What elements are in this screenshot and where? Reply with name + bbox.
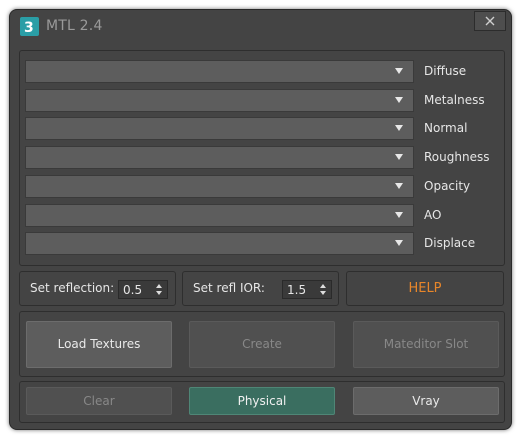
mtl-window: 3 MTL 2.4 Diffuse Metalness Normal Rough… (9, 9, 512, 430)
map-row-opacity: Opacity (25, 175, 470, 199)
map-label-diffuse: Diffuse (424, 64, 467, 78)
spinner-down-icon[interactable] (320, 291, 326, 295)
ior-group: Set refl IOR: 1.5 (182, 271, 339, 306)
map-row-normal: Normal (25, 117, 467, 141)
renderer-group: Clear Physical Vray (19, 381, 505, 423)
roughness-map-dropdown[interactable] (25, 146, 414, 169)
map-row-metalness: Metalness (25, 89, 485, 113)
normal-map-dropdown[interactable] (25, 117, 414, 140)
ao-map-dropdown[interactable] (25, 204, 414, 227)
ior-spinner[interactable]: 1.5 (282, 280, 332, 299)
chevron-down-icon (395, 240, 403, 246)
map-label-opacity: Opacity (424, 179, 471, 193)
metalness-map-dropdown[interactable] (25, 89, 414, 112)
map-label-roughness: Roughness (424, 150, 490, 164)
map-label-metalness: Metalness (424, 93, 485, 107)
texture-maps-group: Diffuse Metalness Normal Roughness Opaci… (19, 50, 505, 266)
map-row-diffuse: Diffuse (25, 60, 466, 84)
ior-value[interactable]: 1.5 (287, 283, 306, 297)
map-label-normal: Normal (424, 121, 468, 135)
map-row-ao: AO (25, 204, 441, 228)
actions-group: Load Textures Create Mateditor Slot (19, 311, 505, 377)
3ds-max-icon: 3 (20, 17, 39, 36)
opacity-map-dropdown[interactable] (25, 175, 414, 198)
title-bar[interactable]: 3 MTL 2.4 (10, 10, 511, 44)
reflection-label: Set reflection: (30, 281, 115, 295)
spinner-up-icon[interactable] (156, 284, 162, 288)
help-button[interactable]: HELP (346, 271, 504, 306)
load-textures-button[interactable]: Load Textures (26, 321, 172, 368)
help-label: HELP (408, 281, 442, 296)
chevron-down-icon (395, 125, 403, 131)
chevron-down-icon (395, 183, 403, 189)
reflection-spinner[interactable]: 0.5 (118, 280, 168, 299)
close-icon (485, 16, 495, 26)
chevron-down-icon (395, 212, 403, 218)
reflection-group: Set reflection: 0.5 (19, 271, 176, 306)
chevron-down-icon (395, 97, 403, 103)
ior-label: Set refl IOR: (193, 281, 265, 295)
close-button[interactable] (474, 11, 506, 31)
displace-map-dropdown[interactable] (25, 232, 414, 255)
clear-button[interactable]: Clear (26, 387, 172, 415)
vray-button[interactable]: Vray (353, 387, 499, 415)
map-label-displace: Displace (424, 236, 476, 250)
map-row-roughness: Roughness (25, 146, 489, 170)
create-button[interactable]: Create (189, 321, 335, 368)
window-title: MTL 2.4 (46, 18, 103, 34)
reflection-value[interactable]: 0.5 (123, 283, 142, 297)
diffuse-map-dropdown[interactable] (25, 60, 414, 83)
map-row-displace: Displace (25, 232, 475, 256)
chevron-down-icon (395, 154, 403, 160)
mateditor-slot-button[interactable]: Mateditor Slot (353, 321, 499, 368)
svg-text:3: 3 (24, 20, 34, 36)
physical-button[interactable]: Physical (189, 387, 335, 415)
spinner-up-icon[interactable] (320, 284, 326, 288)
chevron-down-icon (395, 68, 403, 74)
spinner-down-icon[interactable] (156, 291, 162, 295)
map-label-ao: AO (424, 208, 442, 222)
